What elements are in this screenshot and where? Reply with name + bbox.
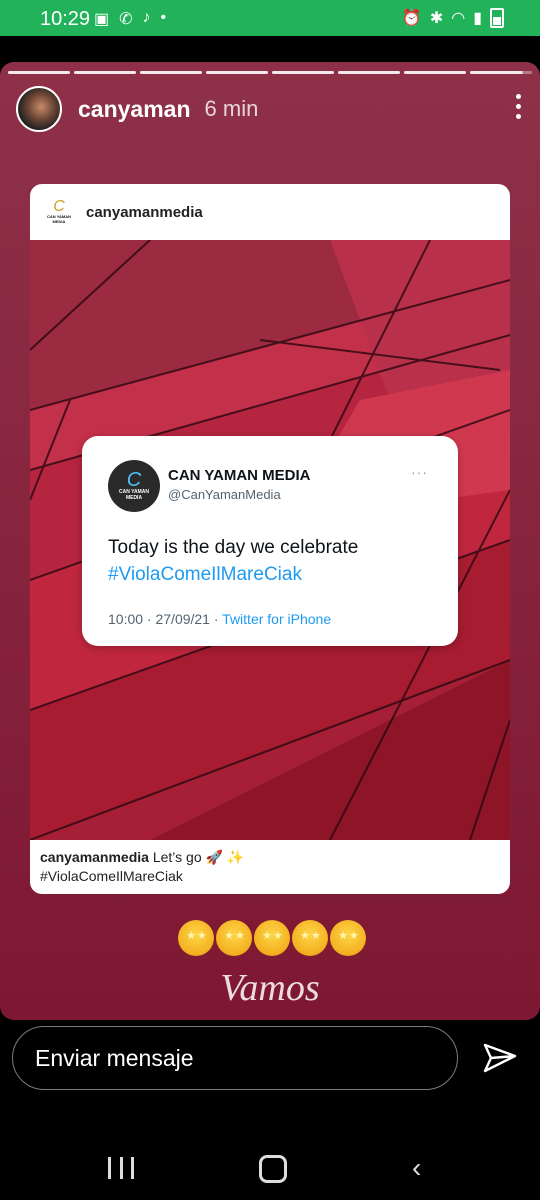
star-struck-emoji-icon	[330, 920, 366, 956]
avatar[interactable]	[16, 86, 62, 132]
star-struck-emoji-icon	[292, 920, 328, 956]
story-frame[interactable]: canyaman 6 min C CAN YAMAN MEDIA canyama…	[0, 62, 540, 1020]
star-struck-emoji-icon	[178, 920, 214, 956]
status-bar: 10:29 ▣ ✆ ♪ • ⏰ ✱ ◠ ▮	[0, 0, 540, 36]
send-icon[interactable]	[482, 1042, 518, 1074]
story-text-sticker: Vamos	[220, 967, 320, 1009]
tweet-card: C CAN YAMAN MEDIA CAN YAMAN MEDIA @CanYa…	[82, 436, 458, 646]
story-header: canyaman 6 min	[16, 84, 524, 134]
caption-text: Let’s go 🚀 ✨	[152, 849, 245, 865]
send-message-placeholder: Enviar mensaje	[35, 1044, 194, 1071]
emoji-sticker	[178, 920, 366, 956]
dot-icon: •	[160, 9, 167, 26]
home-button[interactable]	[259, 1155, 287, 1183]
wifi-icon: ◠	[451, 10, 466, 27]
post-header: C CAN YAMAN MEDIA canyamanmedia	[30, 184, 510, 240]
status-time: 10:29	[40, 8, 91, 30]
send-message-input[interactable]: Enviar mensaje	[12, 1026, 458, 1090]
canyamanmedia-logo: C CAN YAMAN MEDIA	[46, 198, 71, 225]
tweet-text: Today is the day we celebrate #ViolaCome…	[108, 537, 359, 585]
recents-button[interactable]	[108, 1157, 134, 1179]
story-time: 6 min	[204, 96, 259, 121]
tweet-hashtag: #ViolaComeIlMareCiak	[108, 564, 302, 585]
progress-segment	[206, 71, 268, 74]
progress-segment	[272, 71, 334, 74]
progress-segment	[140, 71, 202, 74]
post-caption: canyamanmedia Let’s go 🚀 ✨ #ViolaComeIlM…	[40, 848, 244, 886]
tweet-avatar: C CAN YAMAN MEDIA	[108, 460, 160, 512]
tiktok-icon: ♪	[142, 9, 151, 26]
progress-segment	[8, 71, 70, 74]
progress-segment	[404, 71, 466, 74]
more-options-icon[interactable]	[516, 94, 522, 119]
progress-segment-current	[470, 71, 532, 74]
bluetooth-icon: ✱	[429, 10, 444, 27]
progress-segment	[74, 71, 136, 74]
story-progress	[8, 71, 532, 74]
shared-post[interactable]: C CAN YAMAN MEDIA canyamanmedia C CAN YA…	[30, 184, 510, 894]
system-nav-bar: ‹	[0, 1130, 540, 1200]
tweet-more-icon: ···	[411, 464, 428, 480]
tweet-handle: @CanYamanMedia	[168, 487, 281, 502]
star-struck-emoji-icon	[254, 920, 290, 956]
caption-username: canyamanmedia	[40, 849, 149, 865]
gallery-icon: ▣	[94, 11, 110, 28]
post-username[interactable]: canyamanmedia	[86, 204, 203, 221]
story-username[interactable]: canyaman	[78, 96, 191, 123]
post-image: C CAN YAMAN MEDIA CAN YAMAN MEDIA @CanYa…	[30, 240, 510, 840]
alarm-icon: ⏰	[401, 10, 422, 27]
signal-icon: ▮	[473, 10, 482, 27]
back-button[interactable]: ‹	[412, 1154, 421, 1182]
star-struck-emoji-icon	[216, 920, 252, 956]
caption-hashtag: #ViolaComeIlMareCiak	[40, 868, 183, 884]
tweet-meta: 10:00 · 27/09/21 · Twitter for iPhone	[108, 611, 332, 627]
wifi-call-icon: ✆	[119, 11, 133, 28]
tweet-source: Twitter for iPhone	[222, 611, 332, 627]
battery-icon	[490, 8, 504, 28]
tweet-name: CAN YAMAN MEDIA	[168, 467, 311, 484]
progress-segment	[338, 71, 400, 74]
